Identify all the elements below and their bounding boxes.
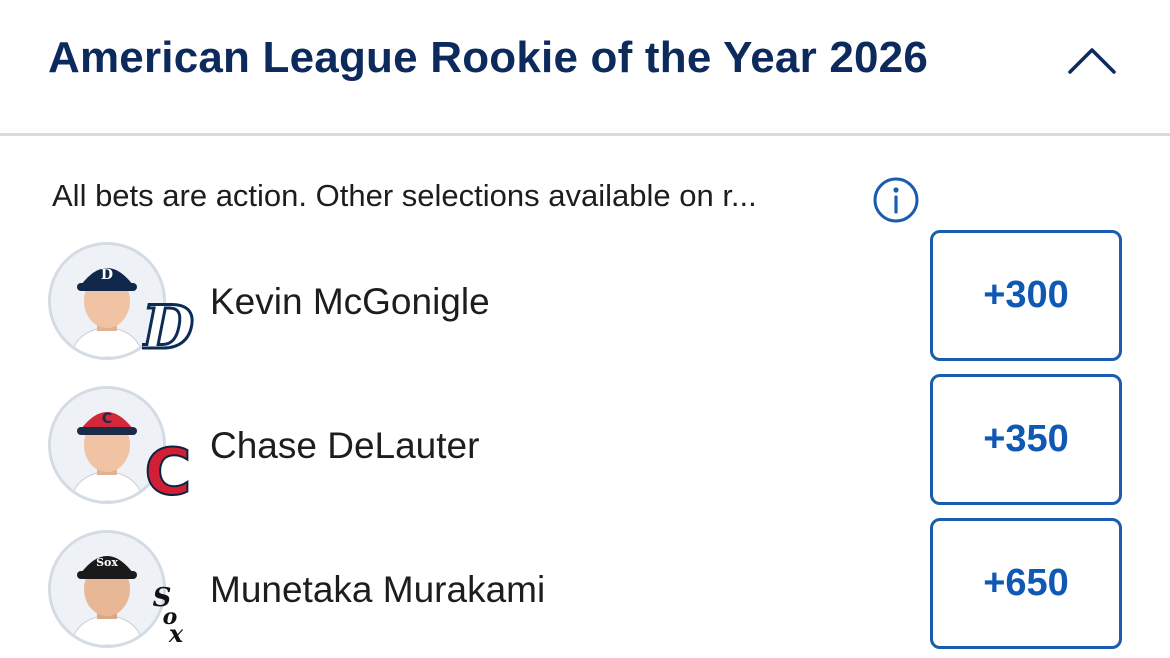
cleveland-guardians-logo: C — [142, 435, 194, 511]
runner-name: Kevin McGonigle — [210, 281, 490, 322]
svg-text:C: C — [145, 436, 192, 500]
market-header[interactable]: American League Rookie of the Year 2026 — [0, 0, 1170, 136]
market-title: American League Rookie of the Year 2026 — [48, 33, 929, 82]
svg-text:Sox: Sox — [96, 556, 118, 569]
svg-text:D: D — [142, 293, 194, 356]
svg-text:C: C — [102, 411, 112, 427]
svg-text:x: x — [168, 619, 184, 644]
odds-button[interactable]: +650 — [930, 518, 1122, 649]
runner-name: Chase DeLauter — [210, 425, 480, 466]
odds-button[interactable]: +300 — [930, 230, 1122, 361]
runner-row: C C Chase DeLauter +350 — [0, 374, 1170, 511]
chicago-white-sox-logo: S o x — [142, 580, 194, 648]
svg-text:D: D — [101, 267, 113, 283]
info-icon[interactable] — [872, 176, 920, 224]
runner-row: Sox S o x Munetaka Murakami +650 — [0, 518, 1170, 650]
market-card: American League Rookie of the Year 2026 … — [0, 0, 1170, 658]
runner-row: D D Kevin McGonigle +300 — [0, 230, 1170, 365]
chevron-up-icon[interactable] — [1062, 38, 1122, 82]
runner-name: Munetaka Murakami — [210, 569, 546, 610]
odds-button[interactable]: +350 — [930, 374, 1122, 505]
detroit-tigers-logo: D — [138, 292, 195, 365]
market-notice: All bets are action. Other selections av… — [52, 178, 757, 213]
